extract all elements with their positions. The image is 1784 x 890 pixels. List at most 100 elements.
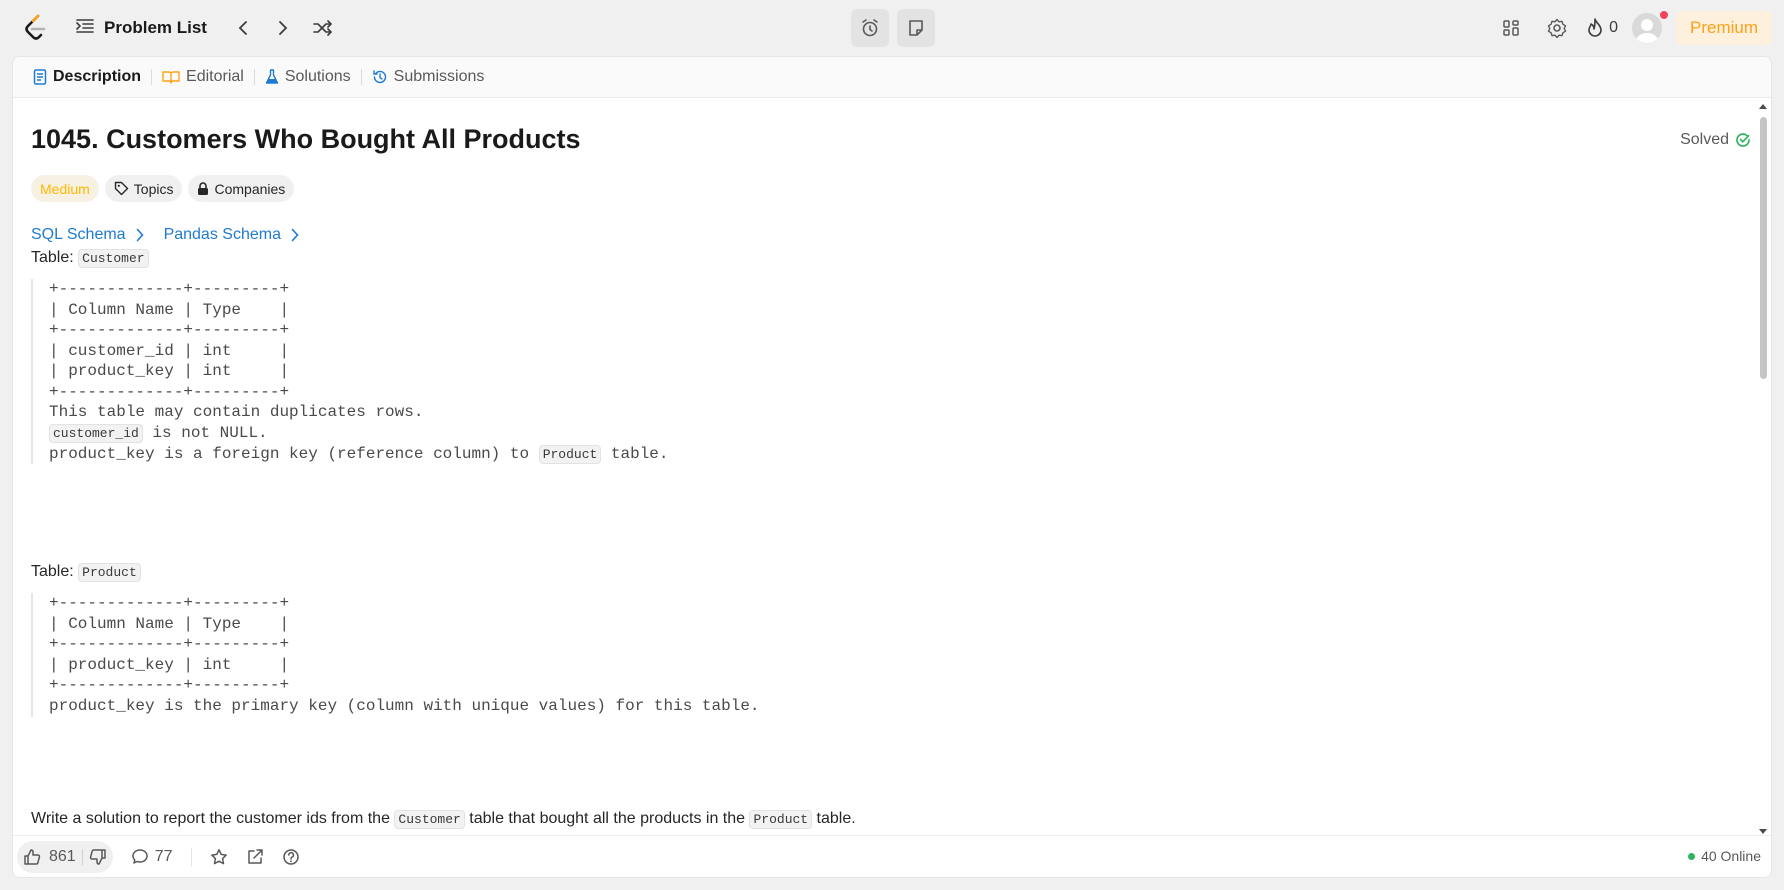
vote-divider: [81, 848, 83, 865]
settings-button[interactable]: [1541, 12, 1573, 44]
schema-note-code: Product: [538, 445, 602, 464]
schema-line: +-------------+---------+: [49, 594, 290, 612]
schema-note-text: table.: [601, 445, 669, 463]
comments-count: 77: [154, 847, 173, 865]
pandas-schema-label: Pandas Schema: [163, 226, 281, 243]
task-text: Write a solution to report the customer …: [31, 810, 395, 827]
problem-list-button[interactable]: Problem List: [76, 18, 207, 39]
schema-line: +-------------+---------+: [49, 382, 290, 401]
tab-divider: [360, 69, 362, 85]
content-scrollbar[interactable]: [1759, 103, 1767, 835]
check-circle-icon: [1736, 132, 1750, 147]
schema-line: | Column Name | Type |: [49, 300, 290, 319]
customer-schema-block: +-------------+---------+ | Column Name |…: [31, 279, 669, 464]
customer-table-name: Customer: [78, 249, 149, 268]
online-dot: [1688, 852, 1696, 860]
prev-problem-button[interactable]: [227, 12, 259, 44]
top-nav: Problem List 0 Premium: [0, 0, 1784, 56]
schema-note-text: product_key is a foreign key (reference …: [49, 445, 539, 463]
tab-editorial[interactable]: Editorial: [156, 68, 250, 86]
notes-button[interactable]: [897, 9, 935, 47]
book-icon: [162, 71, 180, 84]
comments-button[interactable]: 77: [131, 848, 173, 866]
alarm-clock-icon: [862, 19, 878, 37]
share-button[interactable]: [246, 848, 264, 866]
leetcode-logo-icon[interactable]: [24, 14, 48, 42]
table-prefix: Table:: [31, 249, 74, 266]
flask-icon: [265, 69, 279, 84]
product-table-name: Product: [78, 563, 141, 582]
upvote-button[interactable]: 861: [23, 848, 76, 866]
tag-icon: [114, 181, 128, 196]
external-link-icon: [247, 848, 263, 864]
flame-icon: [1588, 18, 1602, 37]
question-circle-icon: [282, 848, 299, 865]
sql-schema-link[interactable]: SQL Schema: [31, 226, 144, 244]
streak-counter[interactable]: 0: [1587, 18, 1618, 38]
tab-editorial-label: Editorial: [186, 68, 244, 85]
description-panel: Description Editorial Solutions Submissi…: [12, 56, 1772, 878]
schema-line: +-------------+---------+: [49, 635, 290, 653]
task-code: Product: [749, 810, 813, 829]
user-avatar[interactable]: [1631, 11, 1668, 43]
tab-solutions-label: Solutions: [284, 68, 351, 85]
customer-table-heading: Table: Customer: [31, 249, 149, 268]
thumbs-down-icon: [89, 848, 106, 865]
scrollbar-thumb[interactable]: [1760, 117, 1767, 379]
streak-count: 0: [1609, 19, 1618, 36]
gear-icon: [1547, 18, 1567, 38]
vote-group: 861: [17, 840, 113, 873]
schema-note: product_key is a foreign key (reference …: [49, 444, 669, 466]
tab-divider: [253, 69, 255, 85]
next-problem-button[interactable]: [267, 12, 299, 44]
downvote-button[interactable]: [89, 848, 107, 866]
shuffle-button[interactable]: [307, 12, 339, 44]
pandas-schema-link[interactable]: Pandas Schema: [164, 226, 299, 244]
problem-title[interactable]: 1045. Customers Who Bought All Products: [31, 124, 581, 155]
online-indicator: 40 Online: [1688, 848, 1761, 864]
task-text: table.: [812, 810, 856, 827]
table-prefix: Table:: [31, 563, 74, 580]
tab-submissions[interactable]: Submissions: [366, 68, 491, 86]
comment-icon: [131, 848, 148, 864]
difficulty-badge: Medium: [31, 175, 99, 202]
product-table-heading: Table: Product: [31, 563, 141, 582]
schema-line: | Column Name | Type |: [49, 614, 290, 633]
sql-schema-label: SQL Schema: [31, 226, 126, 243]
timer-button[interactable]: [851, 9, 889, 47]
schema-note-text: is not NULL.: [142, 423, 268, 442]
companies-chip[interactable]: Companies: [188, 175, 295, 202]
schema-note: This table may contain duplicates rows.: [49, 403, 424, 421]
likes-count: 861: [49, 847, 76, 865]
help-button[interactable]: [282, 848, 300, 866]
schema-note: product_key is the primary key (column w…: [49, 696, 760, 715]
task-text: table that bought all the products in th…: [464, 810, 750, 827]
tab-description[interactable]: Description: [27, 68, 147, 86]
topics-chip[interactable]: Topics: [104, 175, 183, 202]
panel-footer: 861 77 40 Online: [13, 835, 1771, 877]
premium-button[interactable]: Premium: [1675, 11, 1772, 45]
notification-dot: [1659, 11, 1668, 19]
problem-list-label: Problem List: [104, 18, 207, 37]
favorite-button[interactable]: [210, 848, 228, 866]
tab-submissions-label: Submissions: [393, 68, 485, 85]
thumbs-up-icon: [24, 848, 41, 865]
schema-line: | product_key | int |: [49, 655, 290, 674]
lock-icon: [198, 181, 209, 195]
schema-line: +-------------+---------+: [49, 676, 290, 694]
avatar-icon: [1631, 13, 1662, 43]
product-schema-block: +-------------+---------+ | Column Name |…: [31, 593, 760, 717]
scroll-up-icon: [1759, 104, 1767, 109]
solved-label: Solved: [1680, 130, 1729, 148]
schema-line: +-------------+---------+: [49, 321, 290, 339]
schema-line: | product_key | int |: [49, 362, 290, 380]
topics-label: Topics: [133, 180, 174, 197]
tab-solutions[interactable]: Solutions: [259, 68, 357, 86]
history-icon: [372, 70, 386, 84]
companies-label: Companies: [214, 180, 286, 197]
chevron-right-icon: [136, 228, 144, 242]
layout-grid-button[interactable]: [1495, 12, 1527, 44]
task-description: Write a solution to report the customer …: [31, 810, 856, 829]
task-code: Customer: [394, 810, 465, 829]
online-count: 40 Online: [1701, 848, 1761, 864]
